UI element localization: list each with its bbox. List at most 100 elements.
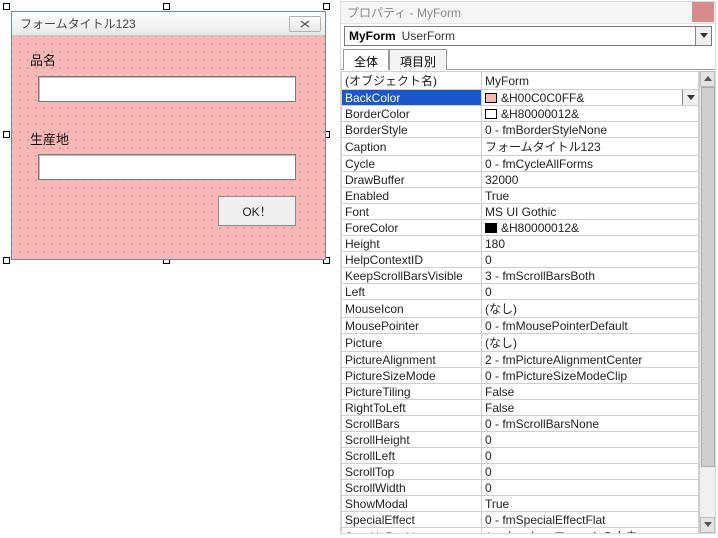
property-value-text: True bbox=[485, 497, 509, 511]
properties-panel-titlebar[interactable]: プロパティ - MyForm bbox=[341, 2, 715, 24]
property-key: Height bbox=[342, 236, 482, 252]
property-row[interactable]: FontMS UI Gothic bbox=[342, 204, 699, 220]
vertical-scrollbar[interactable] bbox=[699, 71, 715, 533]
property-value[interactable]: True bbox=[482, 496, 699, 512]
property-value-text: 2 - fmPictureAlignmentCenter bbox=[485, 353, 642, 367]
color-swatch bbox=[485, 223, 497, 233]
property-value[interactable]: 0 - fmPictureSizeModeClip bbox=[482, 368, 699, 384]
property-row[interactable]: Captionフォームタイトル123 bbox=[342, 138, 699, 156]
property-key: Picture bbox=[342, 334, 482, 352]
property-value[interactable]: 0 bbox=[482, 448, 699, 464]
property-row[interactable]: MousePointer0 - fmMousePointerDefault bbox=[342, 318, 699, 334]
object-selector[interactable]: MyForm UserForm bbox=[344, 26, 712, 46]
userform-client-area[interactable]: 品名 生産地 OK！ bbox=[12, 36, 325, 259]
property-value[interactable]: MyForm bbox=[482, 72, 699, 90]
property-row[interactable]: RightToLeftFalse bbox=[342, 400, 699, 416]
property-row[interactable]: ScrollHeight0 bbox=[342, 432, 699, 448]
scrollbar-thumb[interactable] bbox=[701, 87, 715, 467]
property-row[interactable]: ScrollWidth0 bbox=[342, 480, 699, 496]
close-button[interactable] bbox=[289, 16, 321, 32]
property-value[interactable]: 0 - fmSpecialEffectFlat bbox=[482, 512, 699, 528]
property-value[interactable]: 0 - fmBorderStyleNone bbox=[482, 122, 699, 138]
property-row[interactable]: ForeColor&H80000012& bbox=[342, 220, 699, 236]
userform-titlebar[interactable]: フォームタイトル123 bbox=[12, 12, 325, 36]
resize-handle[interactable] bbox=[163, 3, 170, 10]
property-key: ScrollLeft bbox=[342, 448, 482, 464]
property-value[interactable]: 32000 bbox=[482, 172, 699, 188]
userform-window[interactable]: フォームタイトル123 品名 生産地 OK！ bbox=[11, 11, 326, 260]
property-value-text: True bbox=[485, 189, 509, 203]
property-row[interactable]: Height180 bbox=[342, 236, 699, 252]
property-key: HelpContextID bbox=[342, 252, 482, 268]
resize-handle[interactable] bbox=[3, 131, 10, 138]
chevron-up-icon bbox=[704, 76, 712, 82]
property-row[interactable]: ScrollLeft0 bbox=[342, 448, 699, 464]
property-value[interactable]: True bbox=[482, 188, 699, 204]
property-row[interactable]: MouseIcon(なし) bbox=[342, 300, 699, 318]
property-value[interactable]: 0 bbox=[482, 252, 699, 268]
property-value-text: 1 - オーナー フォームの中央 bbox=[485, 530, 637, 533]
property-row[interactable]: ShowModalTrue bbox=[342, 496, 699, 512]
property-row[interactable]: BackColor&H00C0C0FF& bbox=[342, 90, 699, 106]
property-value[interactable]: 0 bbox=[482, 480, 699, 496]
property-row[interactable]: BorderStyle0 - fmBorderStyleNone bbox=[342, 122, 699, 138]
property-key: ForeColor bbox=[342, 220, 482, 236]
property-value[interactable]: &H80000012& bbox=[482, 220, 699, 236]
property-row[interactable]: SpecialEffect0 - fmSpecialEffectFlat bbox=[342, 512, 699, 528]
scroll-down-button[interactable] bbox=[700, 517, 715, 533]
property-row[interactable]: Cycle0 - fmCycleAllForms bbox=[342, 156, 699, 172]
property-row[interactable]: PictureAlignment2 - fmPictureAlignmentCe… bbox=[342, 352, 699, 368]
property-key: Left bbox=[342, 284, 482, 300]
property-key: (オブジェクト名) bbox=[342, 72, 482, 90]
property-row[interactable]: KeepScrollBarsVisible3 - fmScrollBarsBot… bbox=[342, 268, 699, 284]
property-value[interactable]: &H80000012& bbox=[482, 106, 699, 122]
property-value[interactable]: MS UI Gothic bbox=[482, 204, 699, 220]
property-key: PictureTiling bbox=[342, 384, 482, 400]
ok-button[interactable]: OK！ bbox=[218, 196, 296, 226]
chevron-down-icon bbox=[687, 95, 695, 101]
property-value[interactable]: 2 - fmPictureAlignmentCenter bbox=[482, 352, 699, 368]
property-value[interactable]: 0 bbox=[482, 464, 699, 480]
property-row[interactable]: Picture(なし) bbox=[342, 334, 699, 352]
property-value[interactable]: 180 bbox=[482, 236, 699, 252]
panel-close-button[interactable] bbox=[692, 2, 714, 22]
property-value[interactable]: False bbox=[482, 384, 699, 400]
tab-all[interactable]: 全体 bbox=[343, 49, 389, 70]
property-value-text: &H80000012& bbox=[501, 107, 579, 121]
property-value[interactable]: 0 - fmCycleAllForms bbox=[482, 156, 699, 172]
property-value[interactable]: 0 bbox=[482, 284, 699, 300]
property-row[interactable]: Left0 bbox=[342, 284, 699, 300]
property-value[interactable]: フォームタイトル123 bbox=[482, 138, 699, 156]
input-name[interactable] bbox=[38, 76, 296, 102]
property-value[interactable]: (なし) bbox=[482, 334, 699, 352]
property-value[interactable]: False bbox=[482, 400, 699, 416]
property-row[interactable]: PictureSizeMode0 - fmPictureSizeModeClip bbox=[342, 368, 699, 384]
resize-handle[interactable] bbox=[3, 257, 10, 264]
property-row[interactable]: PictureTilingFalse bbox=[342, 384, 699, 400]
value-dropdown-button[interactable] bbox=[682, 90, 698, 105]
resize-handle[interactable] bbox=[323, 3, 330, 10]
input-origin[interactable] bbox=[38, 154, 296, 180]
property-value[interactable]: 3 - fmScrollBarsBoth bbox=[482, 268, 699, 284]
property-row[interactable]: HelpContextID0 bbox=[342, 252, 699, 268]
property-row[interactable]: BorderColor&H80000012& bbox=[342, 106, 699, 122]
object-dropdown-button[interactable] bbox=[695, 27, 711, 45]
property-value[interactable]: 1 - オーナー フォームの中央 bbox=[482, 528, 699, 534]
property-value-text: 32000 bbox=[485, 173, 518, 187]
property-row[interactable]: ScrollBars0 - fmScrollBarsNone bbox=[342, 416, 699, 432]
property-value[interactable]: 0 - fmScrollBarsNone bbox=[482, 416, 699, 432]
property-row[interactable]: EnabledTrue bbox=[342, 188, 699, 204]
property-row[interactable]: DrawBuffer32000 bbox=[342, 172, 699, 188]
resize-handle[interactable] bbox=[3, 3, 10, 10]
property-value[interactable]: &H00C0C0FF& bbox=[482, 90, 699, 106]
property-key: MousePointer bbox=[342, 318, 482, 334]
property-value[interactable]: 0 bbox=[482, 432, 699, 448]
property-row[interactable]: (オブジェクト名)MyForm bbox=[342, 72, 699, 90]
tab-categorized[interactable]: 項目別 bbox=[389, 49, 447, 70]
property-grid[interactable]: (オブジェクト名)MyFormBackColor&H00C0C0FF&Borde… bbox=[341, 71, 699, 533]
scroll-up-button[interactable] bbox=[700, 71, 715, 87]
property-value[interactable]: 0 - fmMousePointerDefault bbox=[482, 318, 699, 334]
property-row[interactable]: ScrollTop0 bbox=[342, 464, 699, 480]
property-value[interactable]: (なし) bbox=[482, 300, 699, 318]
property-row[interactable]: StartUpPosition1 - オーナー フォームの中央 bbox=[342, 528, 699, 534]
